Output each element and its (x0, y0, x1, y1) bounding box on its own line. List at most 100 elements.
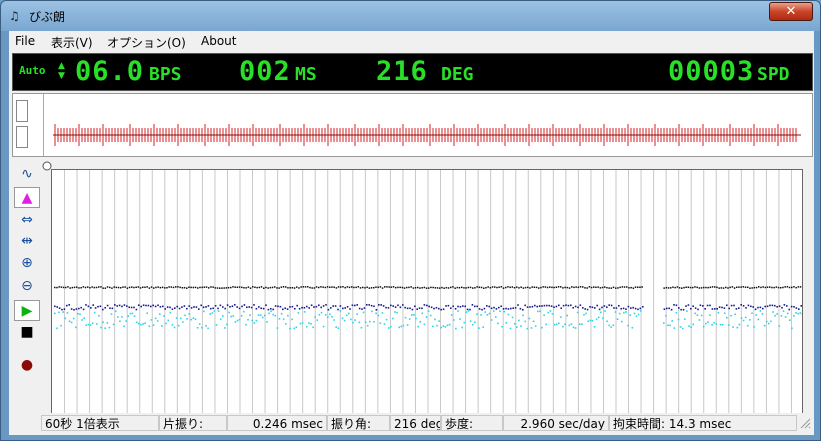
plot-point (776, 305, 778, 308)
plot-point (637, 313, 640, 316)
level-meter-upper[interactable] (16, 100, 28, 122)
plot-point (154, 305, 157, 308)
plot-point (674, 286, 676, 289)
plot-point (675, 311, 678, 314)
plot-point (447, 287, 450, 289)
plot-point (588, 286, 591, 288)
plot-point (377, 314, 379, 317)
plot-point (392, 286, 395, 288)
plot-point (765, 320, 768, 323)
plot-point (687, 286, 690, 289)
plot-point (442, 325, 445, 327)
plot-point (694, 286, 696, 288)
plot-point (238, 286, 241, 288)
zoom-in-icon[interactable]: ⊕ (14, 253, 40, 274)
plot-point (766, 286, 769, 288)
plot-point (71, 286, 74, 289)
plot-point (352, 321, 354, 324)
menu-options[interactable]: オプション(O) (107, 34, 186, 51)
record-icon[interactable]: ● (14, 355, 40, 376)
plot-point (228, 311, 230, 314)
plot-point (738, 286, 740, 288)
plot-point (224, 327, 226, 329)
plot-point (354, 319, 356, 321)
plot-point (165, 322, 167, 325)
plot-point (476, 305, 478, 308)
resize-grip-icon[interactable] (799, 417, 811, 429)
plot-point (522, 314, 524, 317)
shrink-horizontal-icon[interactable]: ⇹ (14, 231, 40, 252)
plot-point (485, 286, 487, 289)
plot-point (719, 323, 722, 326)
plot-point (150, 319, 153, 321)
plot-point (258, 306, 260, 308)
plot-point (207, 327, 209, 330)
wave-mode-icon[interactable]: ∿ (14, 164, 40, 185)
plot-point (774, 304, 776, 307)
plot-point (112, 323, 115, 326)
plot-point (266, 321, 268, 323)
plot-point (799, 286, 802, 288)
plot-point (298, 307, 301, 310)
plot-point (378, 304, 380, 306)
plot-point (566, 314, 568, 317)
zoom-out-icon[interactable]: ⊖ (14, 276, 40, 297)
title-bar[interactable]: ♫ びぶ朗 ✕ (1, 1, 820, 31)
plot-point (231, 305, 234, 308)
plot-point (192, 286, 195, 289)
plot-point (535, 286, 538, 289)
plot-point (163, 315, 165, 317)
plot-point (622, 307, 625, 310)
plot-point (56, 306, 58, 308)
plot-point (567, 304, 570, 307)
plot-point (730, 304, 733, 307)
plot-point (216, 287, 219, 289)
plot-point (571, 286, 573, 288)
plot-point (56, 286, 58, 289)
menu-view[interactable]: 表示(V) (51, 34, 93, 51)
plot-point (558, 304, 560, 307)
plot-point (513, 286, 516, 289)
plot-point (99, 305, 102, 308)
plot-point (540, 286, 542, 289)
plot-point (426, 304, 428, 307)
stop-icon[interactable]: ■ (14, 322, 40, 343)
plot-point (355, 286, 357, 289)
plot-point (131, 312, 134, 315)
plot-point (77, 313, 79, 315)
menu-file[interactable]: File (15, 34, 35, 48)
mode-spinner-icon[interactable]: ▲ ▼ (58, 61, 65, 81)
plot-point (524, 320, 526, 323)
plot-point (309, 286, 311, 289)
plot-point (333, 319, 335, 321)
timing-plot[interactable] (51, 169, 803, 432)
level-meter-lower[interactable] (16, 126, 28, 148)
plot-point (186, 318, 188, 320)
plot-point (356, 304, 358, 306)
plot-point (432, 286, 434, 289)
close-button[interactable]: ✕ (769, 2, 813, 21)
plot-point (667, 324, 669, 327)
plot-point (507, 286, 509, 288)
plot-point (186, 307, 188, 310)
plot-point (702, 325, 705, 328)
expand-horizontal-icon[interactable]: ⇔ (14, 210, 40, 231)
plot-point (529, 306, 531, 308)
histogram-mode-icon[interactable]: ▲ (14, 187, 40, 208)
plot-point (361, 308, 363, 310)
plot-point (406, 307, 409, 310)
auto-mode-label[interactable]: Auto (19, 64, 46, 77)
plot-point (417, 325, 419, 328)
menu-about[interactable]: About (201, 34, 236, 48)
plot-point (301, 306, 303, 309)
bps-unit: BPS (149, 64, 182, 85)
plot-point (306, 325, 308, 328)
plot-point (595, 318, 598, 320)
plot-point (586, 308, 589, 311)
plot-point (688, 325, 690, 327)
plot-point (534, 325, 537, 327)
play-icon[interactable]: ▶ (14, 300, 40, 321)
plot-point (683, 286, 685, 289)
plot-point (69, 287, 71, 289)
plot-point (456, 286, 459, 289)
